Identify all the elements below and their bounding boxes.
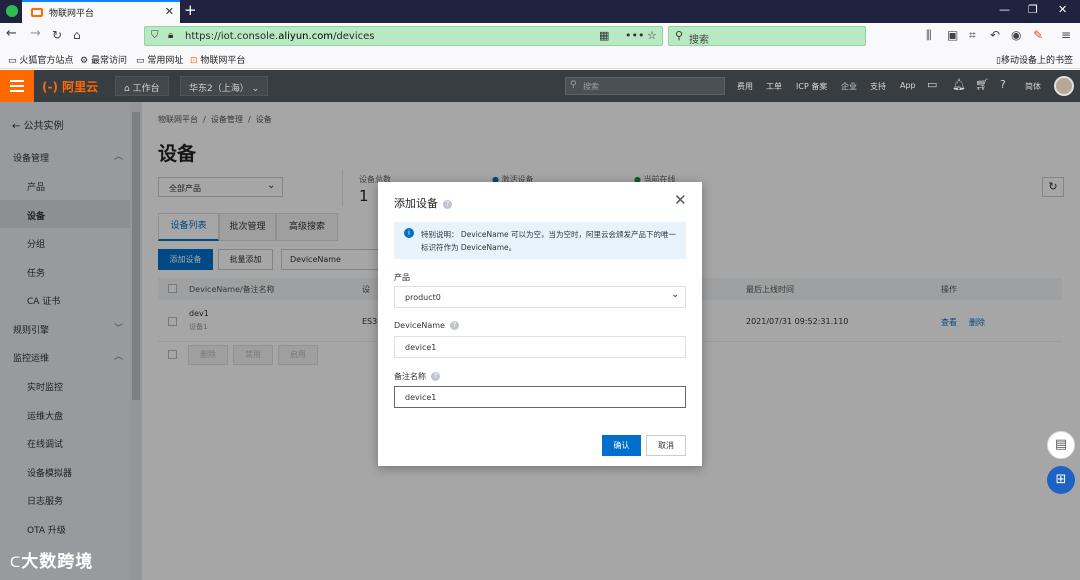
help-icon[interactable]: ? (431, 372, 440, 381)
info-icon: i (404, 228, 414, 238)
restore-icon[interactable]: ❐ (1028, 3, 1038, 16)
devicename-input[interactable]: device1 (394, 336, 686, 358)
reload-icon[interactable]: ↻ (52, 28, 62, 42)
help-icon[interactable]: ? (449, 321, 459, 330)
devicename-value: device1 (405, 343, 437, 352)
account-icon[interactable]: ◉ (1011, 28, 1021, 42)
product-label: 产品 (394, 273, 410, 282)
console-search-placeholder: 搜索 (583, 82, 599, 91)
header-link-icp[interactable]: ICP 备案 (796, 81, 827, 92)
alias-label: 备注名称? (394, 371, 440, 382)
alias-value: device1 (405, 393, 437, 402)
bookmark-star-icon[interactable]: ☆ (647, 29, 657, 42)
dialog-title: 添加设备? (394, 195, 452, 211)
aliyun-logo[interactable]: (-) 阿里云 (42, 78, 98, 95)
watermark: ᑕ大数跨境 (10, 552, 94, 572)
minimize-icon[interactable]: — (999, 3, 1010, 16)
search-icon: ⚲ (675, 29, 684, 42)
browser-tab-bar: 物联网平台 ✕ + — ❐ ✕ (0, 0, 1080, 23)
browser-menu-icon[interactable] (6, 5, 18, 17)
library-icon[interactable]: ⫼ (926, 28, 932, 43)
header-link-app[interactable]: App (900, 81, 916, 90)
home-icon[interactable]: ⌂ (73, 28, 81, 42)
region-select[interactable]: 华东2（上海） ⌄ (180, 76, 269, 96)
bookmark-iot[interactable]: ⊡ 物联网平台 (190, 53, 245, 66)
bookmarks-bar: ▭ 火狐官方站点 ⚙ 最常访问 ▭ 常用网址 ⊡ 物联网平台 ▯移动设备上的书签 (0, 49, 1080, 69)
crop-icon[interactable]: ⌗ (969, 28, 976, 43)
add-device-dialog: 添加设备? ✕ i 特别说明： DeviceName 可以为空，当为空时，阿里云… (378, 182, 702, 466)
help-icon[interactable]: ? (1000, 78, 1006, 91)
shield-icon[interactable]: ⛉ (151, 30, 159, 41)
aliyun-favicon-icon (31, 8, 43, 17)
tab-title: 物联网平台 (49, 9, 95, 19)
hamburger-menu-icon[interactable]: ≡ (1061, 28, 1071, 42)
search-bar[interactable]: ⚲ 搜索 (668, 26, 866, 46)
bookmark-most-visited[interactable]: ⚙ 最常访问 (80, 53, 127, 66)
confirm-button[interactable]: 确认 (602, 435, 641, 456)
cancel-button[interactable]: 取消 (646, 435, 686, 456)
qr-code-icon[interactable]: ▦ (599, 29, 609, 42)
bell-icon[interactable]: 🔔︎ (952, 78, 966, 91)
notice-box: i 特别说明： DeviceName 可以为空，当为空时，阿里云会颁发产品下的唯… (394, 222, 686, 259)
apps-grid-icon[interactable]: ⊞ (1047, 466, 1075, 494)
lock-icon[interactable]: 🔒︎ (168, 30, 173, 41)
product-select[interactable]: product0 ⌄ (394, 286, 686, 308)
header-link-enterprise[interactable]: 企业 (841, 81, 857, 92)
alias-input[interactable]: device1 (394, 386, 686, 408)
console-header: (-) 阿里云 ⌂ 工作台 华东2（上海） ⌄ ⚲ 搜索 费用 工单 ICP 备… (0, 70, 1080, 102)
notice-text: 特别说明： DeviceName 可以为空，当为空时，阿里云会颁发产品下的唯一标… (421, 230, 677, 252)
search-icon: ⚲ (570, 80, 577, 90)
address-bar[interactable]: ⛉ 🔒︎ https://iot.console.aliyun.com/devi… (144, 26, 663, 46)
more-icon[interactable]: ••• (625, 29, 644, 42)
bookmark-firefox[interactable]: ▭ 火狐官方站点 (8, 53, 73, 66)
back-icon[interactable]: ← (6, 26, 17, 41)
terminal-icon[interactable]: ▭ (927, 78, 937, 91)
new-tab-icon[interactable]: + (184, 1, 197, 19)
browser-tab[interactable]: 物联网平台 ✕ (22, 0, 180, 23)
avatar[interactable] (1054, 76, 1074, 96)
product-select-value: product0 (405, 293, 441, 302)
chevron-down-icon: ⌄ (671, 289, 680, 300)
header-link-support[interactable]: 支持 (870, 81, 886, 92)
close-window-icon[interactable]: ✕ (1058, 3, 1067, 16)
close-icon[interactable]: ✕ (674, 191, 687, 209)
undo-icon[interactable]: ↶ (990, 28, 1000, 42)
cart-icon[interactable]: 🛒︎ (975, 78, 989, 91)
header-link-billing[interactable]: 费用 (737, 81, 753, 92)
bookmark-common[interactable]: ▭ 常用网址 (136, 53, 183, 66)
devicename-label: DeviceName? (394, 321, 459, 330)
language-switch[interactable]: 简体 (1025, 81, 1041, 92)
browser-nav-bar: ← → ↻ ⌂ ⛉ 🔒︎ https://iot.console.aliyun.… (0, 23, 1080, 49)
chat-icon[interactable]: ▤ (1047, 431, 1075, 459)
console-search-input[interactable]: ⚲ 搜索 (565, 77, 725, 95)
forward-icon[interactable]: → (30, 26, 41, 41)
close-tab-icon[interactable]: ✕ (165, 5, 174, 18)
extension-icon[interactable]: ✎ (1033, 28, 1043, 42)
sidebar-icon[interactable]: ▣ (947, 28, 958, 42)
search-placeholder: 搜索 (689, 35, 709, 46)
bookmark-mobile[interactable]: ▯移动设备上的书签 (996, 53, 1073, 66)
header-link-ticket[interactable]: 工单 (766, 81, 782, 92)
help-icon[interactable]: ? (443, 199, 452, 209)
workbench-button[interactable]: ⌂ 工作台 (115, 76, 169, 96)
url-text: https://iot.console.aliyun.com/devices (185, 31, 375, 42)
console-menu-button[interactable] (0, 70, 34, 102)
